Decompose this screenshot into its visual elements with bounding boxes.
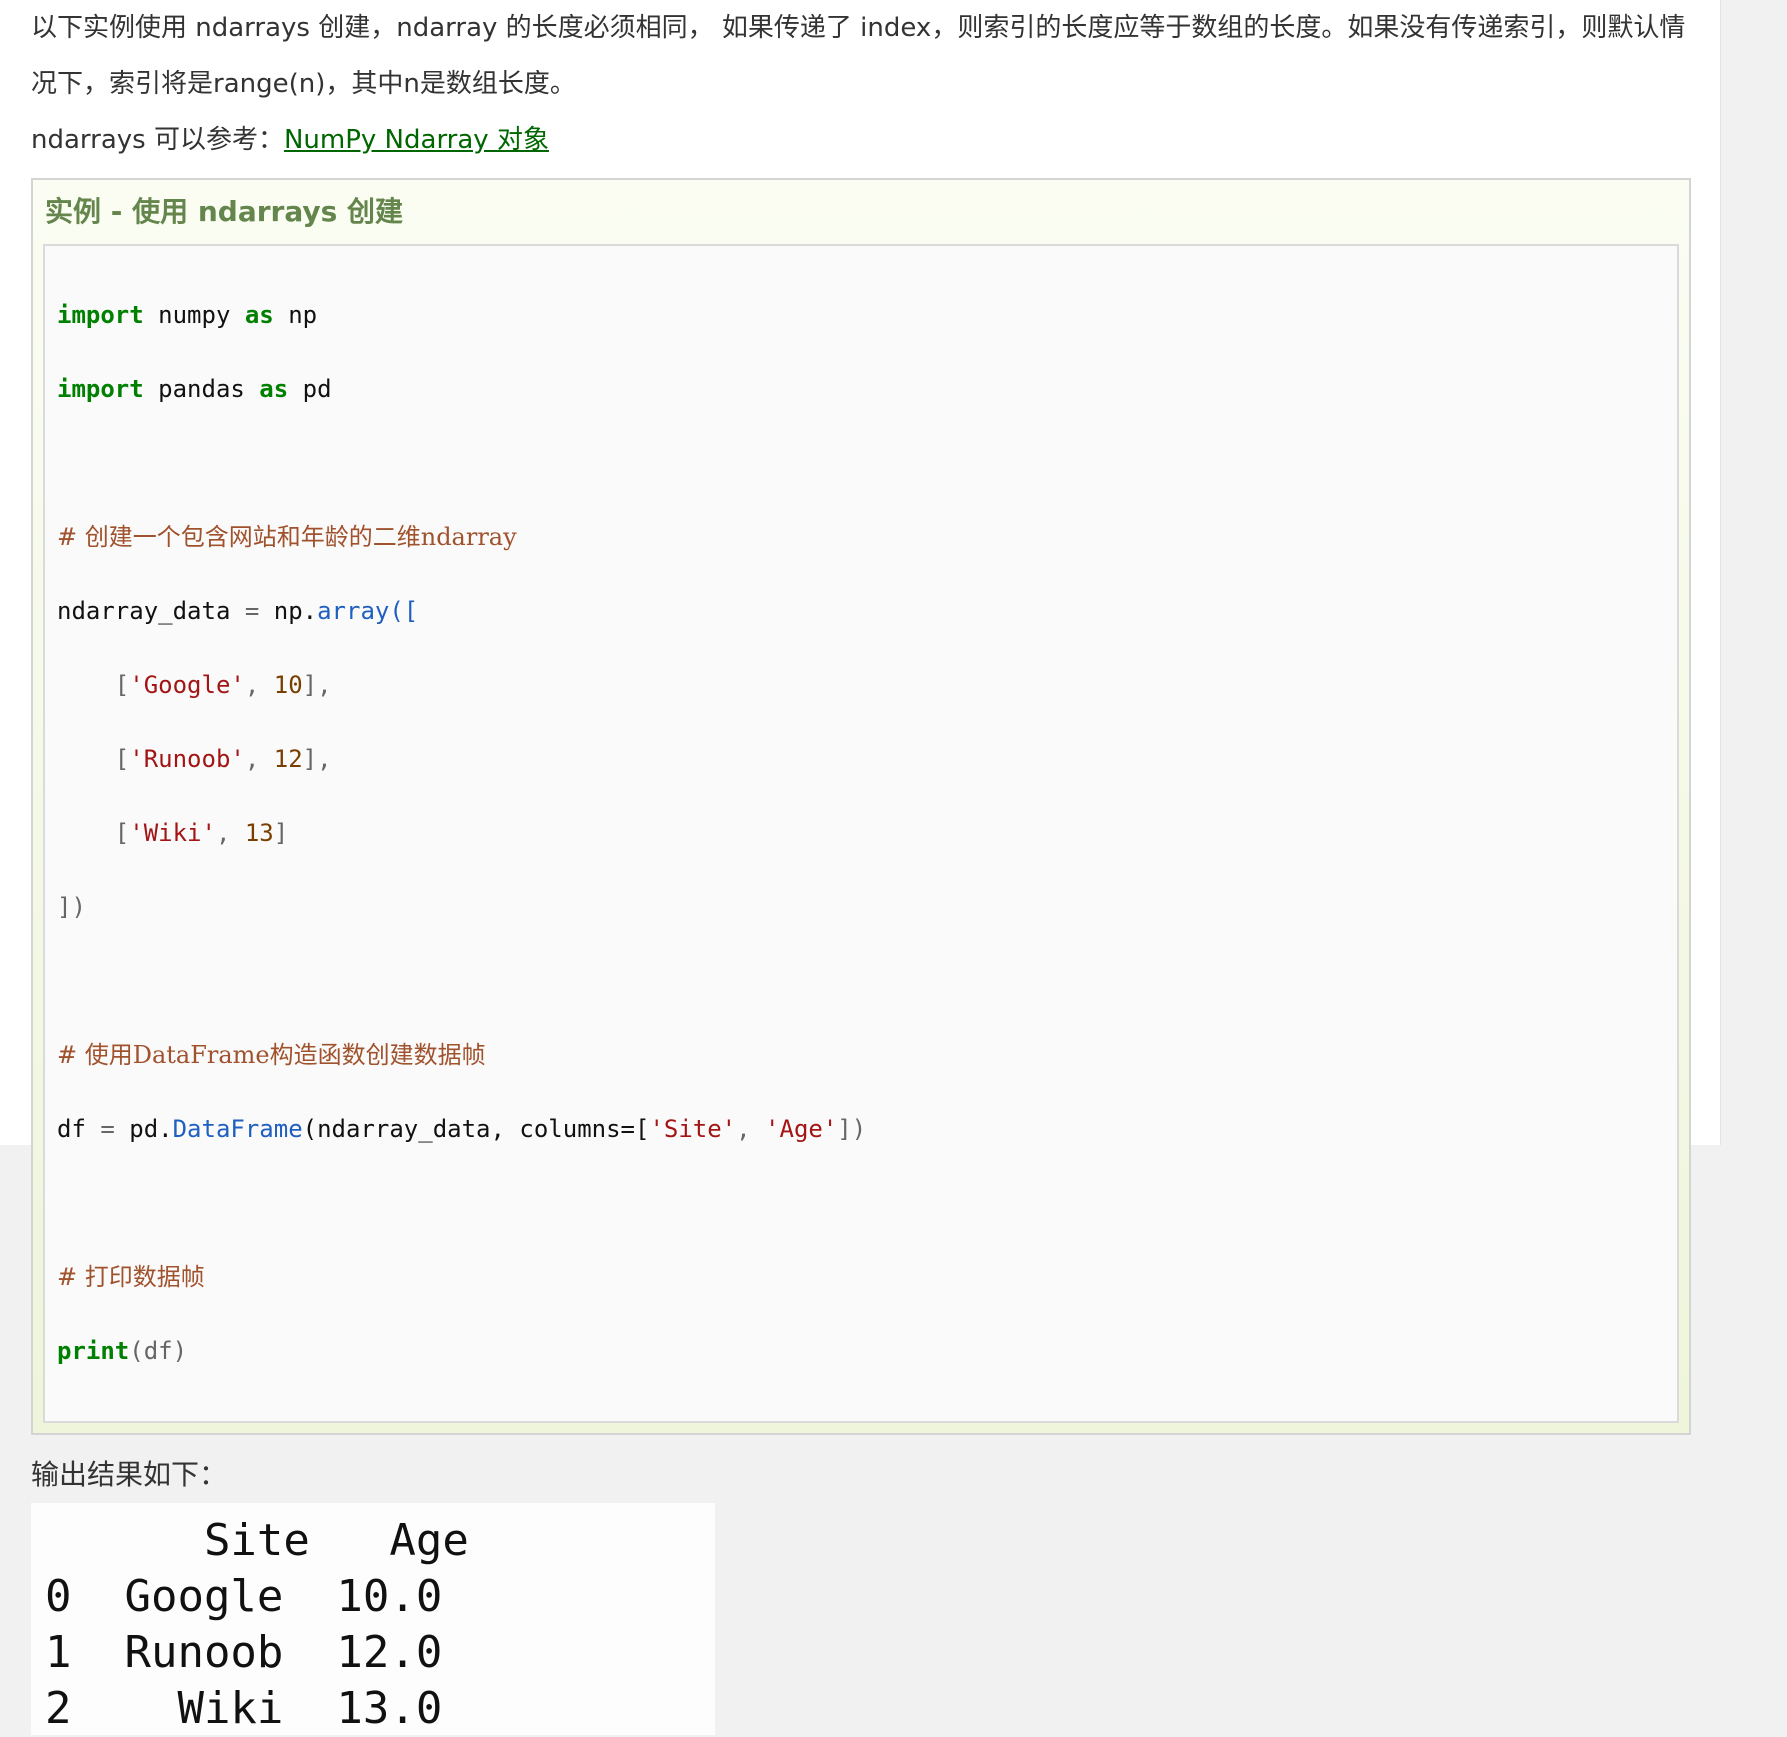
code-operator: = [100,1115,115,1143]
code-string: 'Runoob' [129,745,245,773]
code-line: ]) [57,893,86,921]
code-number: 13 [244,819,274,847]
output-line: 1 Runoob 12.0 [45,1627,443,1678]
output-line: 2 Wiki 13.0 [45,1683,443,1734]
numpy-ndarray-link[interactable]: NumPy Ndarray 对象 [284,125,549,155]
code-token: pd [288,375,332,403]
output-line: Site Age [45,1515,469,1566]
code-comment: # 使用DataFrame构造函数创建数据帧 [57,1041,486,1069]
code-token: ndarray_data [57,597,245,625]
code-comment: # 打印数据帧 [57,1263,205,1291]
page: 以下实例使用 ndarrays 创建，ndarray 的长度必须相同， 如果传递… [0,0,1720,1735]
reference-prefix: ndarrays 可以参考： [31,125,284,155]
code-token: ] [273,819,289,847]
keyword-as: as [244,301,274,329]
code-token: (df) [129,1337,188,1365]
code-token: , [736,1115,766,1143]
code-string: 'Google' [129,671,245,699]
example-title: 实例 - 使用 ndarrays 创建 [45,195,404,228]
code-token: ], [302,671,332,699]
code-token: pd. [114,1115,173,1143]
code-token: ], [302,745,332,773]
code-token: [ [57,819,130,847]
code-line: ['Wiki', 13] [57,815,1665,852]
code-number: 10 [273,671,303,699]
code-line: ['Google', 10], [57,667,1665,704]
article-content: 以下实例使用 ndarrays 创建，ndarray 的长度必须相同， 如果传递… [31,0,1691,1735]
code-token: df [57,1115,101,1143]
reference-line: ndarrays 可以参考：NumPy Ndarray 对象 [31,112,1691,168]
keyword-import: import [57,375,144,403]
code-token: ]) [837,1115,867,1143]
code-line: print(df) [57,1333,1665,1370]
code-token: ([ [389,597,419,625]
output-line: 0 Google 10.0 [45,1571,443,1622]
code-string: 'Wiki' [129,819,216,847]
code-line: ['Runoob', 12], [57,741,1665,778]
code-comment: # 创建一个包含网站和年龄的二维ndarray [57,523,517,551]
code-block[interactable]: import numpy as np import pandas as pd #… [43,244,1679,1423]
code-number: 12 [273,745,303,773]
code-line: df = pd.DataFrame(ndarray_data, columns=… [57,1111,1665,1148]
code-token: [ [57,745,130,773]
code-token: , [215,819,245,847]
example-box: 实例 - 使用 ndarrays 创建 import numpy as np i… [31,178,1691,1435]
code-operator: = [244,597,260,625]
code-line: ndarray_data = np.array([ [57,593,1665,630]
code-token: pandas [143,375,260,403]
code-token: np [273,301,318,329]
output-image: Site Age 0 Google 10.0 1 Runoob 12.0 2 W… [31,1503,715,1735]
keyword-as: as [259,375,289,403]
intro-paragraph: 以下实例使用 ndarrays 创建，ndarray 的长度必须相同， 如果传递… [31,13,1686,99]
code-function-print: print [57,1337,130,1365]
code-token: numpy [143,301,245,329]
keyword-import: import [57,301,144,329]
code-line: import numpy as np [57,297,1665,334]
code-string: 'Age' [765,1115,838,1143]
code-function: DataFrame [172,1115,303,1143]
code-token: [ [57,671,130,699]
output-label: 输出结果如下： [31,1458,228,1491]
code-string: 'Site' [649,1115,737,1143]
code-line: import pandas as pd [57,371,1665,408]
code-token: np. [259,597,318,625]
code-token: , [244,671,274,699]
code-token: , [244,745,274,773]
code-token: (ndarray_data, columns=[ [302,1115,650,1143]
code-function: array [317,597,390,625]
